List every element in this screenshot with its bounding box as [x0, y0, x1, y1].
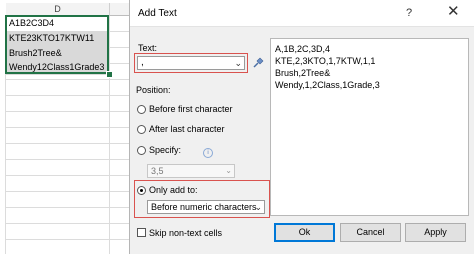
specify-input[interactable]: 3,5 ⌄ [147, 164, 235, 178]
preview-line: Wendy,1,2Class,1Grade,3 [275, 80, 380, 90]
info-icon: i [203, 148, 213, 158]
ok-button[interactable]: Ok [274, 223, 335, 242]
add-text-dialog: Add Text ? ✕ Text: , ⌄ Position: Before … [129, 0, 474, 254]
cancel-button[interactable]: Cancel [340, 223, 401, 242]
radio-before-first[interactable] [137, 105, 146, 114]
cell-d2[interactable]: KTE23KTO17KTW11 [6, 31, 109, 46]
position-label: Position: [136, 85, 171, 95]
radio-after-last-label[interactable]: After last character [149, 124, 225, 134]
skip-non-text-checkbox[interactable] [137, 228, 146, 237]
only-add-to-select-value: Before numeric characters [151, 202, 257, 212]
dialog-title: Add Text [138, 8, 177, 19]
cell-d3[interactable]: Brush2Tree& [6, 46, 109, 61]
spreadsheet: D A1B2C3D4 KTE23KTO17KTW11 Brush2Tree& W… [0, 0, 130, 254]
fill-handle[interactable] [106, 71, 113, 78]
apply-button[interactable]: Apply [405, 223, 466, 242]
help-button[interactable]: ? [406, 7, 412, 19]
preview-line: KTE,2,3KTO,1,7KTW,1,1 [275, 56, 376, 66]
close-button[interactable]: ✕ [447, 4, 460, 20]
cell-d4[interactable]: Wendy12Class1Grade3 [6, 60, 109, 75]
preview-pane: A,1B,2C,3D,4 KTE,2,3KTO,1,7KTW,1,1 Brush… [270, 38, 469, 216]
radio-only-add-to[interactable] [137, 186, 146, 195]
preview-line: A,1B,2C,3D,4 [275, 44, 331, 54]
dialog-title-bar[interactable]: Add Text ? ✕ [130, 0, 474, 27]
chevron-down-icon[interactable]: ⌄ [225, 165, 232, 177]
radio-before-first-label[interactable]: Before first character [149, 104, 233, 114]
radio-only-add-to-label[interactable]: Only add to: [149, 185, 198, 195]
skip-non-text-label[interactable]: Skip non-text cells [149, 228, 222, 238]
text-input[interactable]: , ⌄ [137, 56, 245, 70]
pin-icon[interactable] [252, 57, 264, 69]
text-input-value: , [141, 57, 144, 68]
preview-line: Brush,2Tree& [275, 68, 331, 78]
specify-input-value: 3,5 [151, 166, 164, 176]
cell-d1[interactable]: A1B2C3D4 [6, 16, 109, 31]
text-label: Text: [138, 43, 158, 53]
only-add-to-select[interactable]: Before numeric characters ⌄ [147, 200, 265, 214]
column-header-e[interactable] [110, 3, 130, 16]
column-header-d[interactable]: D [6, 3, 110, 16]
radio-after-last[interactable] [137, 125, 146, 134]
chevron-down-icon[interactable]: ⌄ [254, 201, 262, 213]
chevron-down-icon[interactable]: ⌄ [234, 57, 242, 69]
radio-specify-label[interactable]: Specify: [149, 145, 181, 155]
radio-specify[interactable] [137, 146, 146, 155]
